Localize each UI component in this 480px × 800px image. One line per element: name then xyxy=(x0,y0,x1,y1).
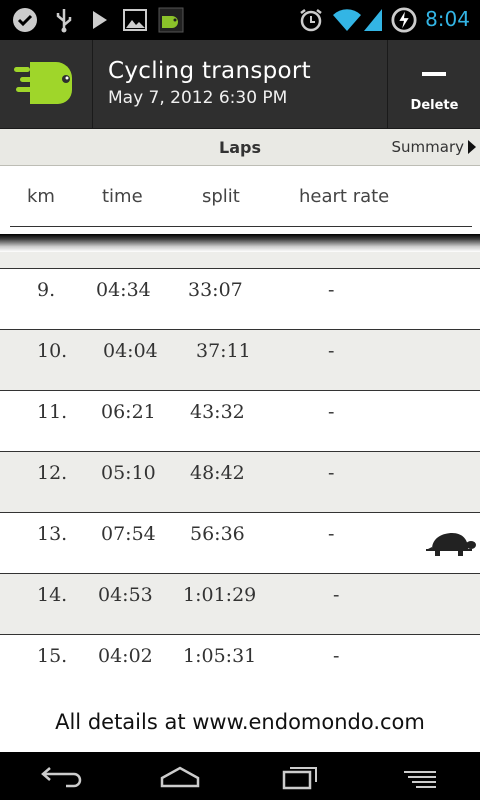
lap-split: 43:32 xyxy=(190,401,245,423)
lap-km: 12. xyxy=(37,462,68,484)
lap-split: 1:05:31 xyxy=(183,645,257,667)
lap-time: 04:34 xyxy=(96,279,151,301)
turtle-icon xyxy=(426,533,476,556)
endomondo-logo-icon xyxy=(14,62,72,104)
lap-time: 07:54 xyxy=(101,523,156,545)
lap-time: 06:21 xyxy=(101,401,156,423)
lap-split: 48:42 xyxy=(190,462,245,484)
footer-link[interactable]: All details at www.endomondo.com xyxy=(0,696,480,752)
usb-icon xyxy=(56,9,72,33)
back-icon[interactable] xyxy=(30,760,90,792)
lap-time: 04:53 xyxy=(98,584,153,606)
activity-header: Cycling transport May 7, 2012 6:30 PM xyxy=(108,58,311,108)
scroll-shadow xyxy=(0,234,480,252)
lap-heart-rate: - xyxy=(328,340,335,362)
lap-heart-rate: - xyxy=(328,523,335,545)
table-row[interactable]: 11. 06:21 43:32 - xyxy=(0,390,480,451)
chevron-right-icon xyxy=(468,140,476,154)
navigation-bar xyxy=(0,752,480,800)
lap-time: 05:10 xyxy=(101,462,156,484)
table-row-partial xyxy=(0,252,480,268)
table-row[interactable]: 13. 07:54 56:36 - xyxy=(0,512,480,573)
footer-text: All details at www.endomondo.com xyxy=(55,710,425,734)
lap-split: 1:01:29 xyxy=(183,584,257,606)
lap-heart-rate: - xyxy=(328,279,335,301)
status-bar: 8:04 xyxy=(0,0,480,40)
endomondo-logo[interactable] xyxy=(0,40,93,128)
table-row[interactable]: 15. 04:02 1:05:31 - xyxy=(0,634,480,695)
header-split: split xyxy=(202,186,240,207)
signal-icon xyxy=(364,9,382,31)
wifi-icon xyxy=(333,9,361,31)
lap-split: 37:11 xyxy=(196,340,251,362)
alarm-icon xyxy=(300,9,322,32)
minus-icon xyxy=(422,72,446,76)
lap-km: 10. xyxy=(37,340,68,362)
header-divider xyxy=(10,226,472,227)
lap-km: 13. xyxy=(37,523,68,545)
battery-icon xyxy=(391,7,417,33)
lap-time: 04:04 xyxy=(103,340,158,362)
table-row[interactable]: 14. 04:53 1:01:29 - xyxy=(0,573,480,634)
lap-heart-rate: - xyxy=(328,462,335,484)
tab-summary-label: Summary xyxy=(391,138,465,156)
play-icon xyxy=(93,11,107,29)
activity-date: May 7, 2012 6:30 PM xyxy=(108,88,288,108)
lap-heart-rate: - xyxy=(333,584,340,606)
recent-apps-icon[interactable] xyxy=(270,760,330,792)
header-heart-rate: heart rate xyxy=(299,186,390,207)
tab-bar: Laps Summary xyxy=(0,129,480,166)
table-row[interactable]: 9. 04:34 33:07 - xyxy=(0,268,480,329)
table-row[interactable]: 10. 04:04 37:11 - xyxy=(0,329,480,390)
lap-heart-rate: - xyxy=(333,645,340,667)
delete-button[interactable]: Delete xyxy=(387,40,480,128)
tab-summary[interactable]: Summary xyxy=(391,138,476,156)
image-icon xyxy=(123,9,147,31)
table-header: km time split heart rate xyxy=(0,166,480,228)
clock: 8:04 xyxy=(425,7,470,31)
menu-icon[interactable] xyxy=(390,760,450,792)
table-row[interactable]: 12. 05:10 48:42 - xyxy=(0,451,480,512)
app-bar: Cycling transport May 7, 2012 6:30 PM De… xyxy=(0,40,480,129)
lap-heart-rate: - xyxy=(328,401,335,423)
endomondo-icon xyxy=(158,7,184,33)
lap-km: 9. xyxy=(37,279,56,301)
delete-label: Delete xyxy=(410,98,459,113)
lap-km: 11. xyxy=(37,401,68,423)
lap-split: 56:36 xyxy=(190,523,245,545)
lap-time: 04:02 xyxy=(98,645,153,667)
header-time: time xyxy=(102,186,143,207)
lap-km: 14. xyxy=(37,584,68,606)
chat-icon xyxy=(13,8,37,32)
header-km: km xyxy=(27,186,55,207)
lap-split: 33:07 xyxy=(188,279,243,301)
home-icon[interactable] xyxy=(150,760,210,792)
lap-km: 15. xyxy=(37,645,68,667)
activity-title: Cycling transport xyxy=(108,58,311,84)
